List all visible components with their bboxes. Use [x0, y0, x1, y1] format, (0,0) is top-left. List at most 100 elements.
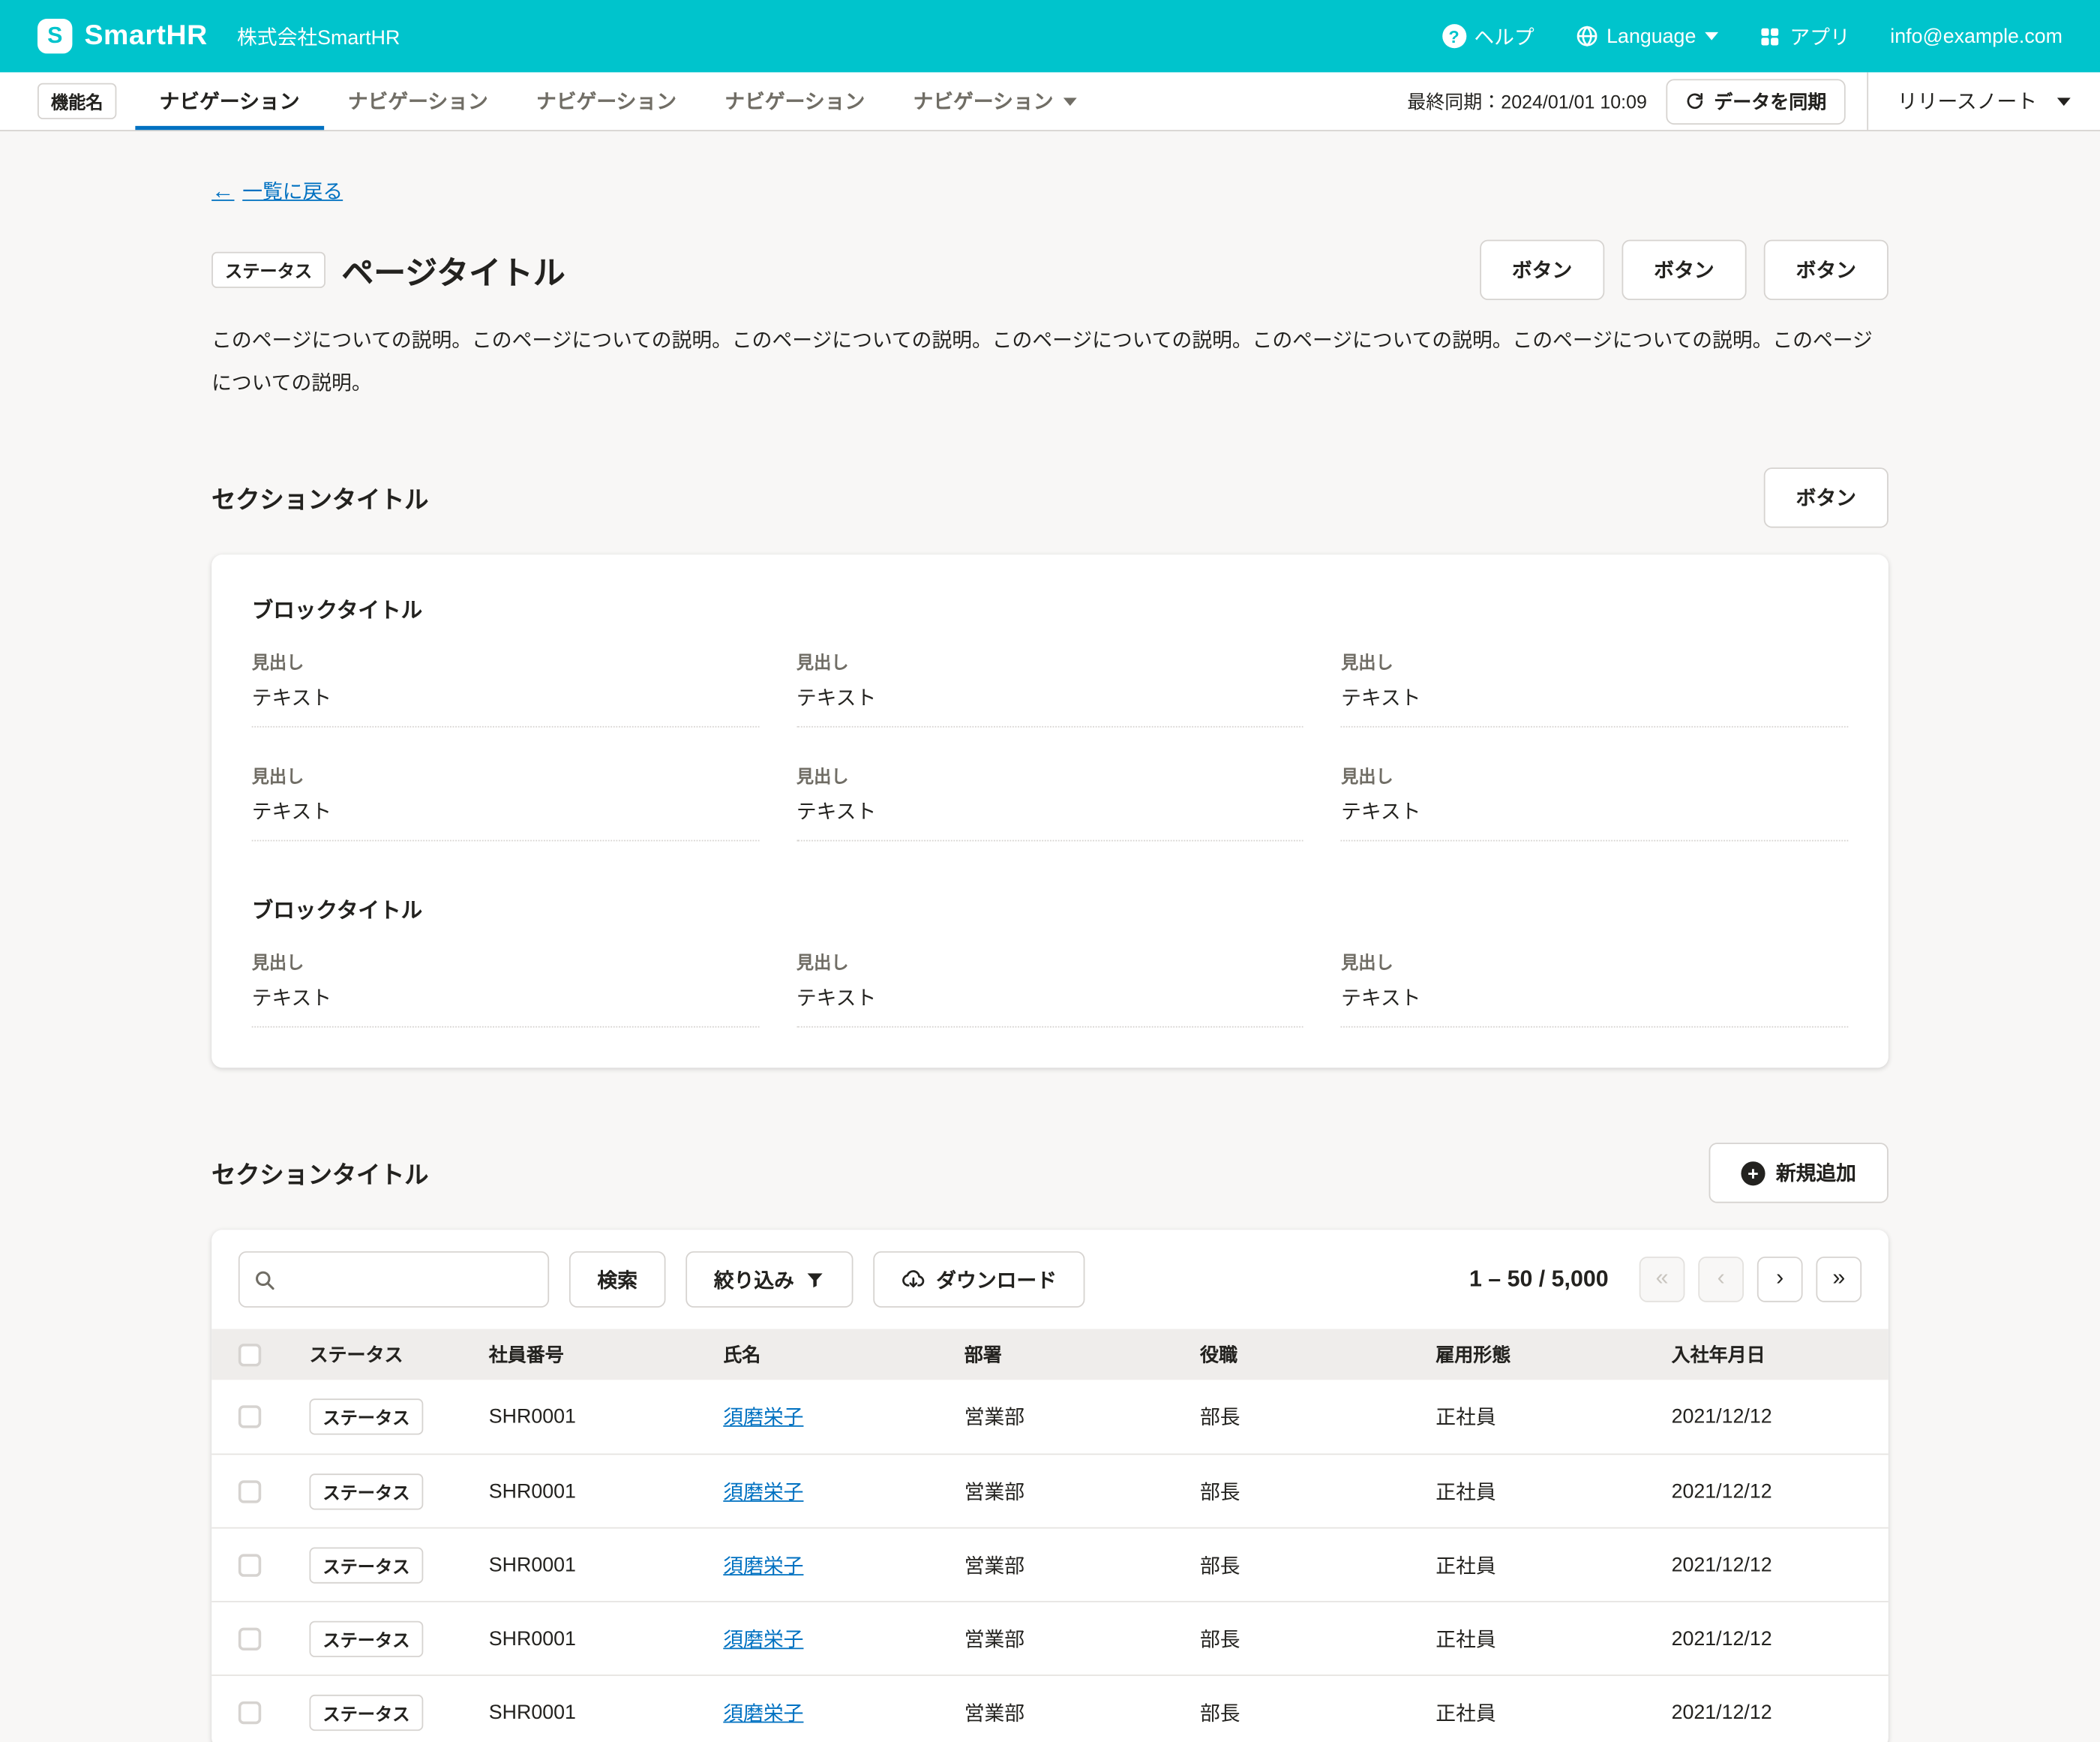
column-header-hire-date: 入社年月日 — [1672, 1341, 1862, 1368]
cell-hire-date: 2021/12/12 — [1672, 1627, 1862, 1650]
chevron-down-icon — [1063, 97, 1076, 105]
cell-department: 営業部 — [964, 1477, 1200, 1506]
definition-item: 見出し テキスト — [796, 648, 1304, 727]
definition-item: 見出し テキスト — [796, 762, 1304, 841]
page-root: S SmartHR 株式会社SmartHR ? ヘルプ Language — [0, 0, 2100, 1741]
employee-name-link[interactable]: 須磨栄子 — [723, 1477, 964, 1506]
download-button[interactable]: ダウンロード — [873, 1251, 1084, 1308]
section1-action-button[interactable]: ボタン — [1764, 467, 1888, 527]
definition-value: テキスト — [1341, 984, 1848, 1012]
section1-title: セクションタイトル — [212, 480, 428, 515]
definition-value: テキスト — [252, 797, 759, 825]
block1-title: ブロックタイトル — [252, 592, 1849, 624]
add-new-button[interactable]: + 新規追加 — [1709, 1143, 1888, 1203]
table-row: ステータス SHR0001 須磨栄子 営業部 部長 正社員 2021/12/12 — [212, 1601, 1888, 1674]
download-label: ダウンロード — [936, 1266, 1057, 1294]
data-sync-button[interactable]: データを同期 — [1666, 78, 1845, 124]
column-header-name: 氏名 — [723, 1341, 964, 1368]
cell-hire-date: 2021/12/12 — [1672, 1701, 1862, 1723]
cell-employment-type: 正社員 — [1436, 1551, 1671, 1578]
definition-item: 見出し テキスト — [1341, 948, 1848, 1027]
cell-employment-type: 正社員 — [1436, 1698, 1671, 1726]
help-label: ヘルプ — [1474, 22, 1534, 50]
definition-item: 見出し テキスト — [252, 948, 759, 1027]
cell-employee-id: SHR0001 — [489, 1701, 723, 1723]
back-to-list-link[interactable]: ← 一覧に戻る — [212, 177, 343, 205]
definition-label: 見出し — [796, 762, 1304, 788]
language-button[interactable]: Language — [1574, 24, 1718, 48]
apps-button[interactable]: アプリ — [1759, 22, 1850, 50]
definition-item: 見出し テキスト — [796, 948, 1304, 1027]
cell-hire-date: 2021/12/12 — [1672, 1405, 1862, 1428]
nav-tab-2[interactable]: ナビゲーション — [324, 72, 512, 130]
cell-employment-type: 正社員 — [1436, 1403, 1671, 1431]
data-sync-label: データを同期 — [1714, 88, 1826, 115]
cell-department: 営業部 — [964, 1551, 1200, 1578]
cell-employment-type: 正社員 — [1436, 1477, 1671, 1506]
cell-department: 営業部 — [964, 1403, 1200, 1431]
feature-name-chip: 機能名 — [38, 83, 116, 119]
company-name: 株式会社SmartHR — [237, 22, 400, 50]
arrow-left-icon: ← — [212, 178, 234, 205]
last-page-button[interactable]: » — [1816, 1257, 1862, 1302]
cell-department: 営業部 — [964, 1624, 1200, 1653]
definition-value: テキスト — [796, 984, 1304, 1012]
table-toolbar: 検索 絞り込み ダウンロ — [212, 1230, 1888, 1329]
row-checkbox[interactable] — [238, 1405, 261, 1428]
status-badge: ステータス — [309, 1398, 423, 1434]
table-row: ステータス SHR0001 須磨栄子 営業部 部長 正社員 2021/12/12 — [212, 1527, 1888, 1601]
select-all-checkbox[interactable] — [238, 1343, 261, 1365]
employee-name-link[interactable]: 須磨栄子 — [723, 1698, 964, 1726]
filter-button[interactable]: 絞り込み — [686, 1251, 853, 1308]
first-page-button[interactable]: « — [1640, 1257, 1685, 1302]
page-actions: ボタン ボタン ボタン — [1480, 240, 1888, 300]
cell-employee-id: SHR0001 — [489, 1554, 723, 1576]
cell-employee-id: SHR0001 — [489, 1627, 723, 1650]
page-description: このページについての説明。このページについての説明。このページについての説明。こ… — [212, 320, 1888, 406]
nav-tab-1[interactable]: ナビゲーション — [135, 72, 323, 130]
row-checkbox[interactable] — [238, 1627, 261, 1650]
employee-name-link[interactable]: 須磨栄子 — [723, 1551, 964, 1578]
nav-tab-3[interactable]: ナビゲーション — [512, 72, 700, 130]
row-checkbox[interactable] — [238, 1701, 261, 1723]
definition-label: 見出し — [252, 648, 759, 674]
column-header-status: ステータス — [309, 1341, 488, 1368]
prev-page-button[interactable]: ‹ — [1698, 1257, 1744, 1302]
last-sync-status: 最終同期：2024/01/01 10:09 — [1407, 88, 1647, 115]
help-icon: ? — [1442, 24, 1466, 48]
release-notes-label: リリースノート — [1898, 87, 2037, 116]
cloud-download-icon — [902, 1267, 926, 1291]
apps-grid-icon — [1759, 25, 1781, 47]
employee-name-link[interactable]: 須磨栄子 — [723, 1624, 964, 1653]
back-link-label: 一覧に戻る — [242, 177, 343, 205]
table-row: ステータス SHR0001 須磨栄子 営業部 部長 正社員 2021/12/12 — [212, 1674, 1888, 1742]
row-checkbox[interactable] — [238, 1554, 261, 1576]
account-menu[interactable]: info@example.com — [1890, 25, 2062, 47]
employee-name-link[interactable]: 須磨栄子 — [723, 1403, 964, 1431]
table-row: ステータス SHR0001 須磨栄子 営業部 部長 正社員 2021/12/12 — [212, 1380, 1888, 1453]
nav-tab-4[interactable]: ナビゲーション — [700, 72, 889, 130]
definition-label: 見出し — [1341, 948, 1848, 974]
top-header: S SmartHR 株式会社SmartHR ? ヘルプ Language — [0, 0, 2100, 72]
page-action-button-1[interactable]: ボタン — [1480, 240, 1604, 300]
search-box — [238, 1251, 549, 1308]
page-action-button-2[interactable]: ボタン — [1622, 240, 1746, 300]
definition-value: テキスト — [252, 984, 759, 1012]
cell-position: 部長 — [1200, 1477, 1436, 1506]
status-badge: ステータス — [309, 1473, 423, 1509]
release-notes-button[interactable]: リリースノート — [1868, 72, 2100, 130]
page-action-button-3[interactable]: ボタン — [1764, 240, 1888, 300]
search-icon — [253, 1268, 275, 1290]
definition-value: テキスト — [796, 797, 1304, 825]
next-page-button[interactable]: › — [1757, 1257, 1803, 1302]
nav-tab-5-dropdown[interactable]: ナビゲーション — [889, 72, 1100, 130]
search-button[interactable]: 検索 — [569, 1251, 666, 1308]
chevron-down-icon — [1706, 32, 1719, 41]
help-button[interactable]: ? ヘルプ — [1442, 22, 1534, 50]
language-label: Language — [1606, 25, 1696, 47]
row-checkbox[interactable] — [238, 1479, 261, 1502]
cell-position: 部長 — [1200, 1403, 1436, 1431]
definition-label: 見出し — [1341, 762, 1848, 788]
search-input[interactable] — [285, 1268, 534, 1290]
table-row: ステータス SHR0001 須磨栄子 営業部 部長 正社員 2021/12/12 — [212, 1453, 1888, 1527]
